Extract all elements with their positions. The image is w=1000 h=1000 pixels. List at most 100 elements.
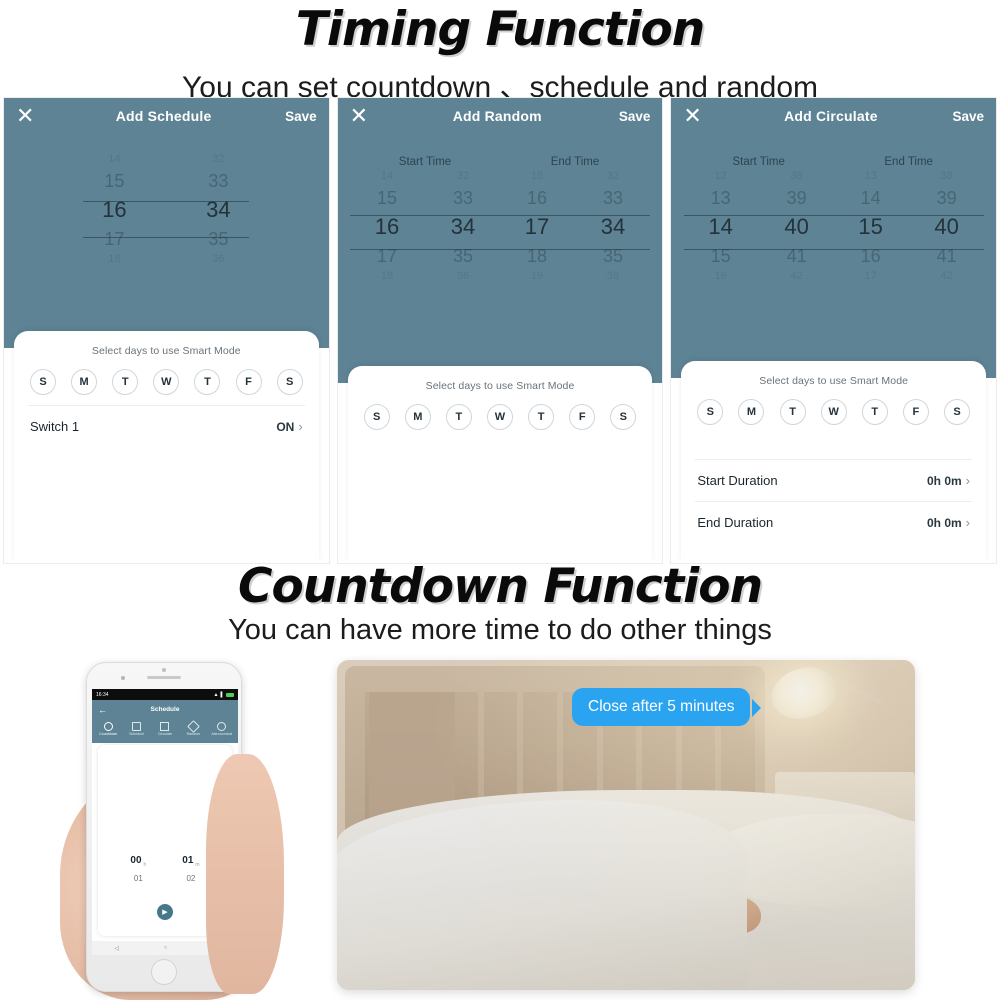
day-chip-mon[interactable]: M [71,369,98,395]
wheel-selected[interactable]: 40 [766,211,828,243]
screen-3-time-picker[interactable]: Start Time End Time 12 13 14 15 16 38 39… [671,134,996,285]
tab-schedule[interactable]: Schedule [123,722,151,737]
hour-wheel[interactable]: 14 15 16 17 18 [83,152,145,268]
wheel-prev[interactable]: 16 [506,185,568,211]
day-chip-wed[interactable]: W [153,369,180,395]
day-chip-sat[interactable]: S [276,369,303,395]
wheel-selected[interactable]: 14 [690,211,752,243]
start-hour-wheel[interactable]: 12 13 14 15 16 [690,169,752,285]
day-chip-thu[interactable]: T [194,369,221,395]
wheel-next[interactable]: 41 [916,243,978,269]
wheel-selected[interactable]: 40 [916,211,978,243]
day-chip-tue[interactable]: T [445,404,472,430]
end-time-wheels[interactable]: 13 14 15 16 17 38 39 40 41 42 [833,169,984,285]
close-icon[interactable]: ✕ [683,105,709,127]
wheel-selected[interactable]: 15 [840,211,902,243]
day-chip-sun[interactable]: S [30,369,56,395]
tab-random[interactable]: Random [179,720,207,737]
day-chip-sun[interactable]: S [697,399,724,425]
nav-home-icon[interactable]: ○ [164,945,168,951]
day-chip-thu[interactable]: T [861,399,888,425]
phone-hours-column[interactable]: 00 h 01 [130,855,146,883]
phone-minutes-selected-group[interactable]: 01 m [182,855,199,868]
minute-wheel[interactable]: 32 33 34 35 36 [187,152,249,268]
wheel-prev[interactable]: 33 [187,168,249,194]
wheel-next[interactable]: 16 [840,243,902,269]
screen-1-wheel-row[interactable]: 14 15 16 17 18 32 33 34 35 36 [4,152,329,268]
wheel-selected[interactable]: 16 [356,211,418,243]
screen-2-time-picker[interactable]: Start Time End Time 14 15 16 17 18 32 33… [338,134,663,285]
switch-1-row[interactable]: Switch 1 ON › [28,405,305,447]
wheel-prev[interactable]: 14 [840,185,902,211]
end-hour-wheel[interactable]: 15 16 17 18 19 [506,169,568,285]
wheel-next[interactable]: 17 [83,226,145,252]
wheel-prev[interactable]: 33 [432,185,494,211]
end-time-wheels[interactable]: 15 16 17 18 19 32 33 34 35 36 [500,169,650,285]
close-icon[interactable]: ✕ [350,105,376,127]
screen-3-wheel-row[interactable]: 12 13 14 15 16 38 39 40 41 42 13 14 15 1… [671,169,996,285]
wheel-prev[interactable]: 15 [83,168,145,194]
wheel-selected[interactable]: 34 [432,211,494,243]
day-chip-sat[interactable]: S [944,399,970,425]
wheel-selected[interactable]: 34 [187,194,249,226]
wheel-prev[interactable]: 39 [916,185,978,211]
back-arrow-icon[interactable]: ← [98,705,110,715]
start-time-wheels[interactable]: 12 13 14 15 16 38 39 40 41 42 [683,169,834,285]
wheel-prev[interactable]: 15 [356,185,418,211]
screen-2-wheel-row[interactable]: 14 15 16 17 18 32 33 34 35 36 15 16 17 1… [338,169,663,285]
screen-1-day-selector[interactable]: S M T W T F S [28,363,305,405]
wheel-next[interactable]: 17 [356,243,418,269]
day-chip-fri[interactable]: F [569,404,596,430]
wheel-next[interactable]: 18 [506,243,568,269]
day-chip-mon[interactable]: M [404,404,431,430]
start-countdown-button[interactable]: ▶ [157,904,173,920]
day-chip-sat[interactable]: S [610,404,637,430]
tab-circulate[interactable]: Circulate [151,722,179,737]
day-chip-sun[interactable]: S [363,404,390,430]
phone-home-button[interactable] [151,959,177,985]
screen-1-wheel-group[interactable]: 14 15 16 17 18 32 33 34 35 36 [83,152,250,268]
wheel-prev[interactable]: 33 [582,185,644,211]
day-chip-tue[interactable]: T [112,369,139,395]
start-time-wheels[interactable]: 14 15 16 17 18 32 33 34 35 36 [350,169,500,285]
start-duration-row[interactable]: Start Duration 0h 0m › [695,459,973,501]
wheel-selected[interactable]: 17 [506,211,568,243]
wheel-selected[interactable]: 34 [582,211,644,243]
wheel-next[interactable]: 35 [187,226,249,252]
day-chip-fri[interactable]: F [235,369,262,395]
end-minute-wheel[interactable]: 38 39 40 41 42 [916,169,978,285]
screen-1-time-picker[interactable]: 14 15 16 17 18 32 33 34 35 36 [4,134,329,268]
nav-back-icon[interactable]: ◁ [114,945,119,952]
wheel-prev[interactable]: 39 [766,185,828,211]
phone-tab-bar[interactable]: Countdown Schedule Circulate Random Astr… [92,719,238,743]
save-button[interactable]: Save [952,109,984,124]
start-minute-wheel[interactable]: 32 33 34 35 36 [432,169,494,285]
wheel-selected[interactable]: 16 [83,194,145,226]
phone-hours-next[interactable]: 01 [130,874,146,883]
day-chip-thu[interactable]: T [528,404,555,430]
close-icon[interactable]: ✕ [16,105,42,127]
day-chip-wed[interactable]: W [820,399,847,425]
day-chip-mon[interactable]: M [738,399,765,425]
wheel-next[interactable]: 35 [432,243,494,269]
end-minute-wheel[interactable]: 32 33 34 35 36 [582,169,644,285]
phone-hours-selected-group[interactable]: 00 h [130,855,146,868]
tab-astronomical[interactable]: Astronomical [208,722,236,737]
phone-minutes-next[interactable]: 02 [182,874,199,883]
day-chip-wed[interactable]: W [487,404,513,430]
start-minute-wheel[interactable]: 38 39 40 41 42 [766,169,828,285]
end-hour-wheel[interactable]: 13 14 15 16 17 [840,169,902,285]
save-button[interactable]: Save [619,109,651,124]
wheel-next[interactable]: 41 [766,243,828,269]
tab-countdown[interactable]: Countdown [94,722,122,737]
end-duration-row[interactable]: End Duration 0h 0m › [695,501,973,543]
screen-2-day-selector[interactable]: S M T W T F S [362,398,639,440]
wheel-prev[interactable]: 13 [690,185,752,211]
wheel-next[interactable]: 15 [690,243,752,269]
wheel-next[interactable]: 35 [582,243,644,269]
screen-3-day-selector[interactable]: S M T W T F S [695,393,972,435]
day-chip-tue[interactable]: T [779,399,806,425]
save-button[interactable]: Save [285,109,317,124]
phone-minutes-column[interactable]: 01 m 02 [182,855,199,883]
start-hour-wheel[interactable]: 14 15 16 17 18 [356,169,418,285]
